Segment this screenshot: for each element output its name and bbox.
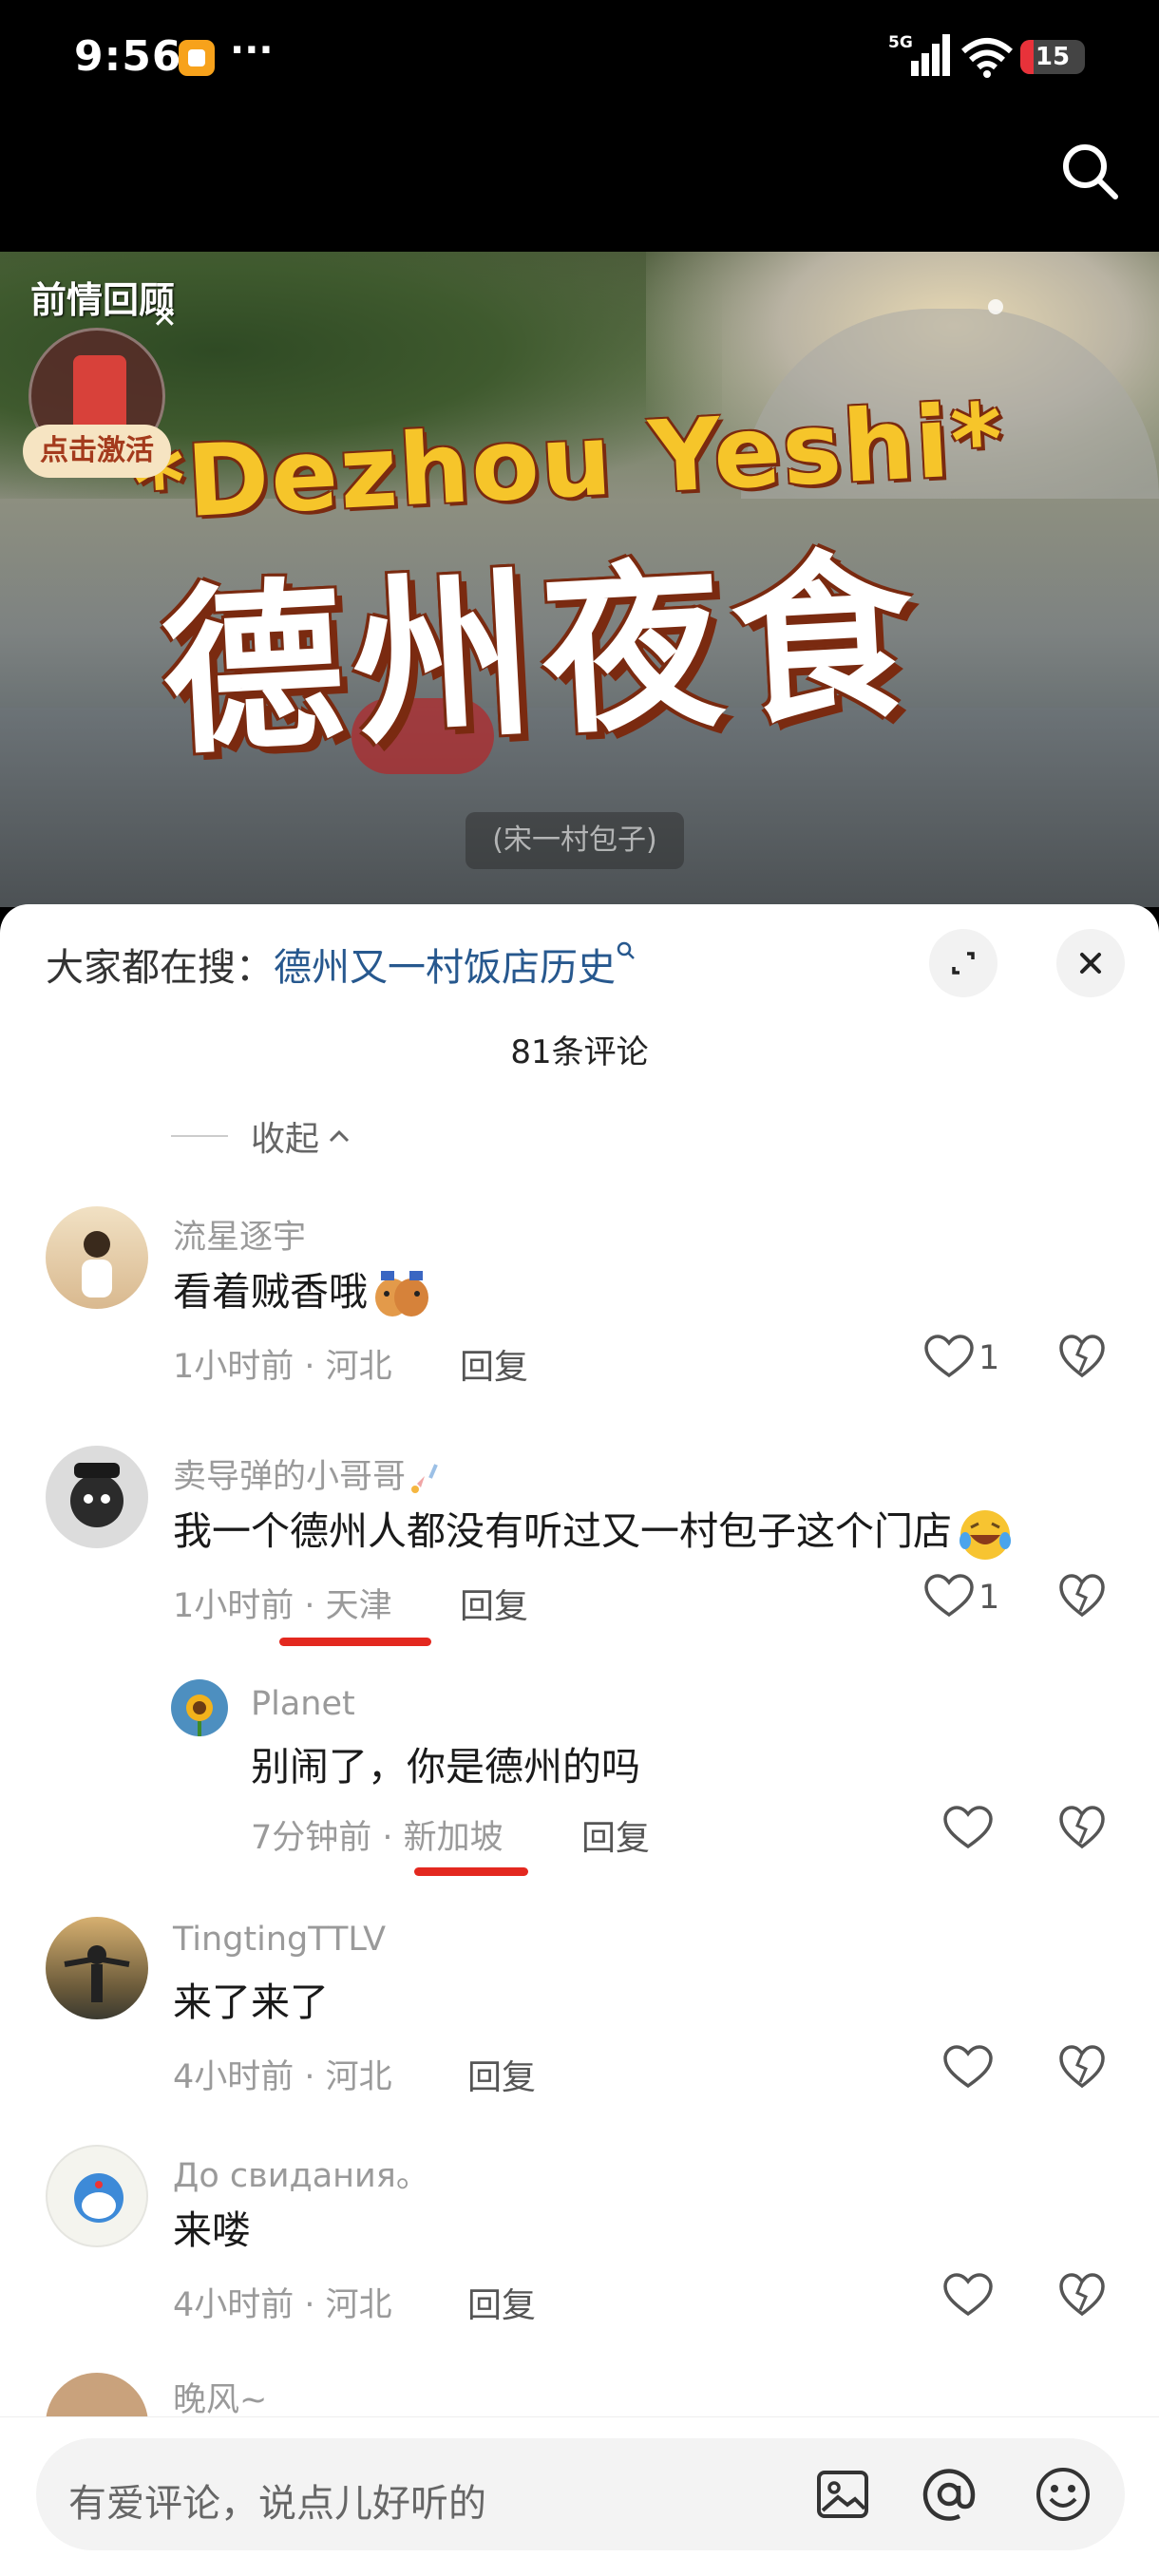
heart-icon[interactable] [923,1573,975,1619]
rocket-emoji-icon [411,1464,438,1493]
avatar[interactable] [46,1206,148,1309]
comment-time: 4小时前 [173,2058,294,2096]
notification-app-icon [179,40,215,76]
expand-icon[interactable] [929,929,998,997]
activate-button[interactable]: 点击激活 [23,425,171,478]
comment-time: 7分钟前 [251,1819,372,1857]
heart-icon[interactable] [942,1805,994,1850]
comment-input-placeholder: 有爱评论，说点儿好听的 [68,2482,486,2526]
comment-time: 1小时前 [173,1348,294,1386]
status-time: 9:56 [74,32,182,81]
network-type-label: 5G [888,33,913,52]
comment-time: 1小时前 [173,1587,294,1625]
like-count: 1 [978,1579,1000,1617]
battery-level: 15 [1035,43,1071,71]
search-icon[interactable] [1056,138,1123,204]
collapse-button[interactable]: 收起 [171,1111,353,1161]
mention-icon[interactable] [920,2465,978,2524]
comment-username[interactable]: 流星逐宇 [173,1210,306,1259]
comment-meta: 4小时前 · 河北 [173,2058,392,2096]
avatar[interactable] [46,2145,148,2247]
laughing-emoji-icon [960,1510,1011,1560]
heart-icon[interactable] [942,2044,994,2090]
heart-icon[interactable] [923,1334,975,1379]
reply-button[interactable]: 回复 [460,1339,528,1389]
wifi-icon [961,38,1013,78]
more-notifications-icon: ··· [230,28,274,72]
comment-count: 81条评论 [510,1033,649,1071]
reply-button[interactable]: 回复 [581,1810,650,1860]
comment-text: 看着贼香哦 [173,1260,430,1322]
comment-location: 河北 [325,2058,392,2096]
comment-location: 河北 [325,2286,392,2324]
comment-body: 看着贼香哦 [173,1269,368,1315]
comment-body: 来了来了 [173,1979,329,2025]
comment-meta: 1小时前 · 天津 [173,1587,392,1625]
avatar[interactable] [171,1679,228,1736]
comment-meta: 7分钟前 · 新加坡 [251,1819,504,1857]
emoji-icon[interactable] [1034,2465,1092,2524]
video-player[interactable]: *Dezhou Yeshi* 德州夜食 (宋一村包子) 前情回顾 ✕ 点击激活 [0,252,1159,907]
broken-heart-icon[interactable] [1058,1334,1106,1379]
comment-username[interactable]: 卖导弹的小哥哥 [173,1449,444,1498]
comment-username[interactable]: До свидания。 [173,2149,429,2197]
comment-location: 河北 [325,1348,392,1386]
comment-input-bar: 有爱评论，说点儿好听的 [0,2416,1159,2576]
broken-heart-icon[interactable] [1058,1573,1106,1619]
comment-location: 天津 [325,1587,392,1625]
recap-close-icon[interactable]: ✕ [152,299,178,335]
comment-meta: 4小时前 · 河北 [173,2286,392,2324]
comment-body: 我一个德州人都没有听过又一村包子这个门店 [173,1508,952,1554]
red-underline-annotation [414,1867,528,1876]
avatar[interactable] [46,1446,148,1548]
heart-icon[interactable] [942,2272,994,2318]
chevron-up-icon [329,1129,350,1143]
cellular-signal-icon: 5G [888,33,950,76]
trending-search-keyword[interactable]: 德州又一村饭店历史 [274,946,616,990]
like-count: 1 [978,1339,1000,1377]
broken-heart-icon[interactable] [1058,2044,1106,2090]
comment-panel: 大家都在搜：德州又一村饭店历史 81条评论 收起 流星逐宇 看着贼香哦 1小时前… [0,904,1159,2576]
comment-body: 别闹了，你是德州的吗 [251,1744,640,1790]
broken-heart-icon[interactable] [1058,2272,1106,2318]
comment-username[interactable]: TingtingTTLV [173,1921,386,1959]
reply-button[interactable]: 回复 [460,1579,528,1628]
close-icon[interactable] [1056,929,1125,997]
comment-username[interactable]: 晚风~ [173,2373,267,2421]
comment-meta: 1小时前 · 河北 [173,1348,392,1386]
collapse-label: 收起 [251,1120,320,1159]
comment-input[interactable]: 有爱评论，说点儿好听的 [36,2438,1125,2550]
comment-text: 我一个德州人都没有听过又一村包子这个门店 [173,1499,1015,1562]
status-bar: 9:56 ··· 5G 15 [0,0,1159,199]
image-icon[interactable] [813,2465,872,2524]
location-pin-icon [988,299,1003,314]
video-title-chinese: 德州夜食 [157,530,928,780]
comment-username[interactable]: Planet [251,1685,355,1723]
comment-body: 来喽 [173,2207,251,2253]
comment-time: 4小时前 [173,2286,294,2324]
trending-search[interactable]: 大家都在搜：德州又一村饭店历史 [46,937,636,992]
video-subtitle: (宋一村包子) [466,812,684,869]
trending-search-label: 大家都在搜： [46,946,274,990]
broken-heart-icon[interactable] [1058,1805,1106,1850]
cat-emoji-icon [375,1271,428,1316]
comment-location: 新加坡 [403,1819,504,1857]
avatar[interactable] [46,1917,148,2019]
battery-indicator: 15 [1020,40,1085,74]
reply-button[interactable]: 回复 [467,2278,536,2327]
reply-button[interactable]: 回复 [467,2050,536,2099]
red-underline-annotation [279,1638,431,1646]
search-icon [617,941,635,959]
home-indicator [0,2567,1159,2576]
